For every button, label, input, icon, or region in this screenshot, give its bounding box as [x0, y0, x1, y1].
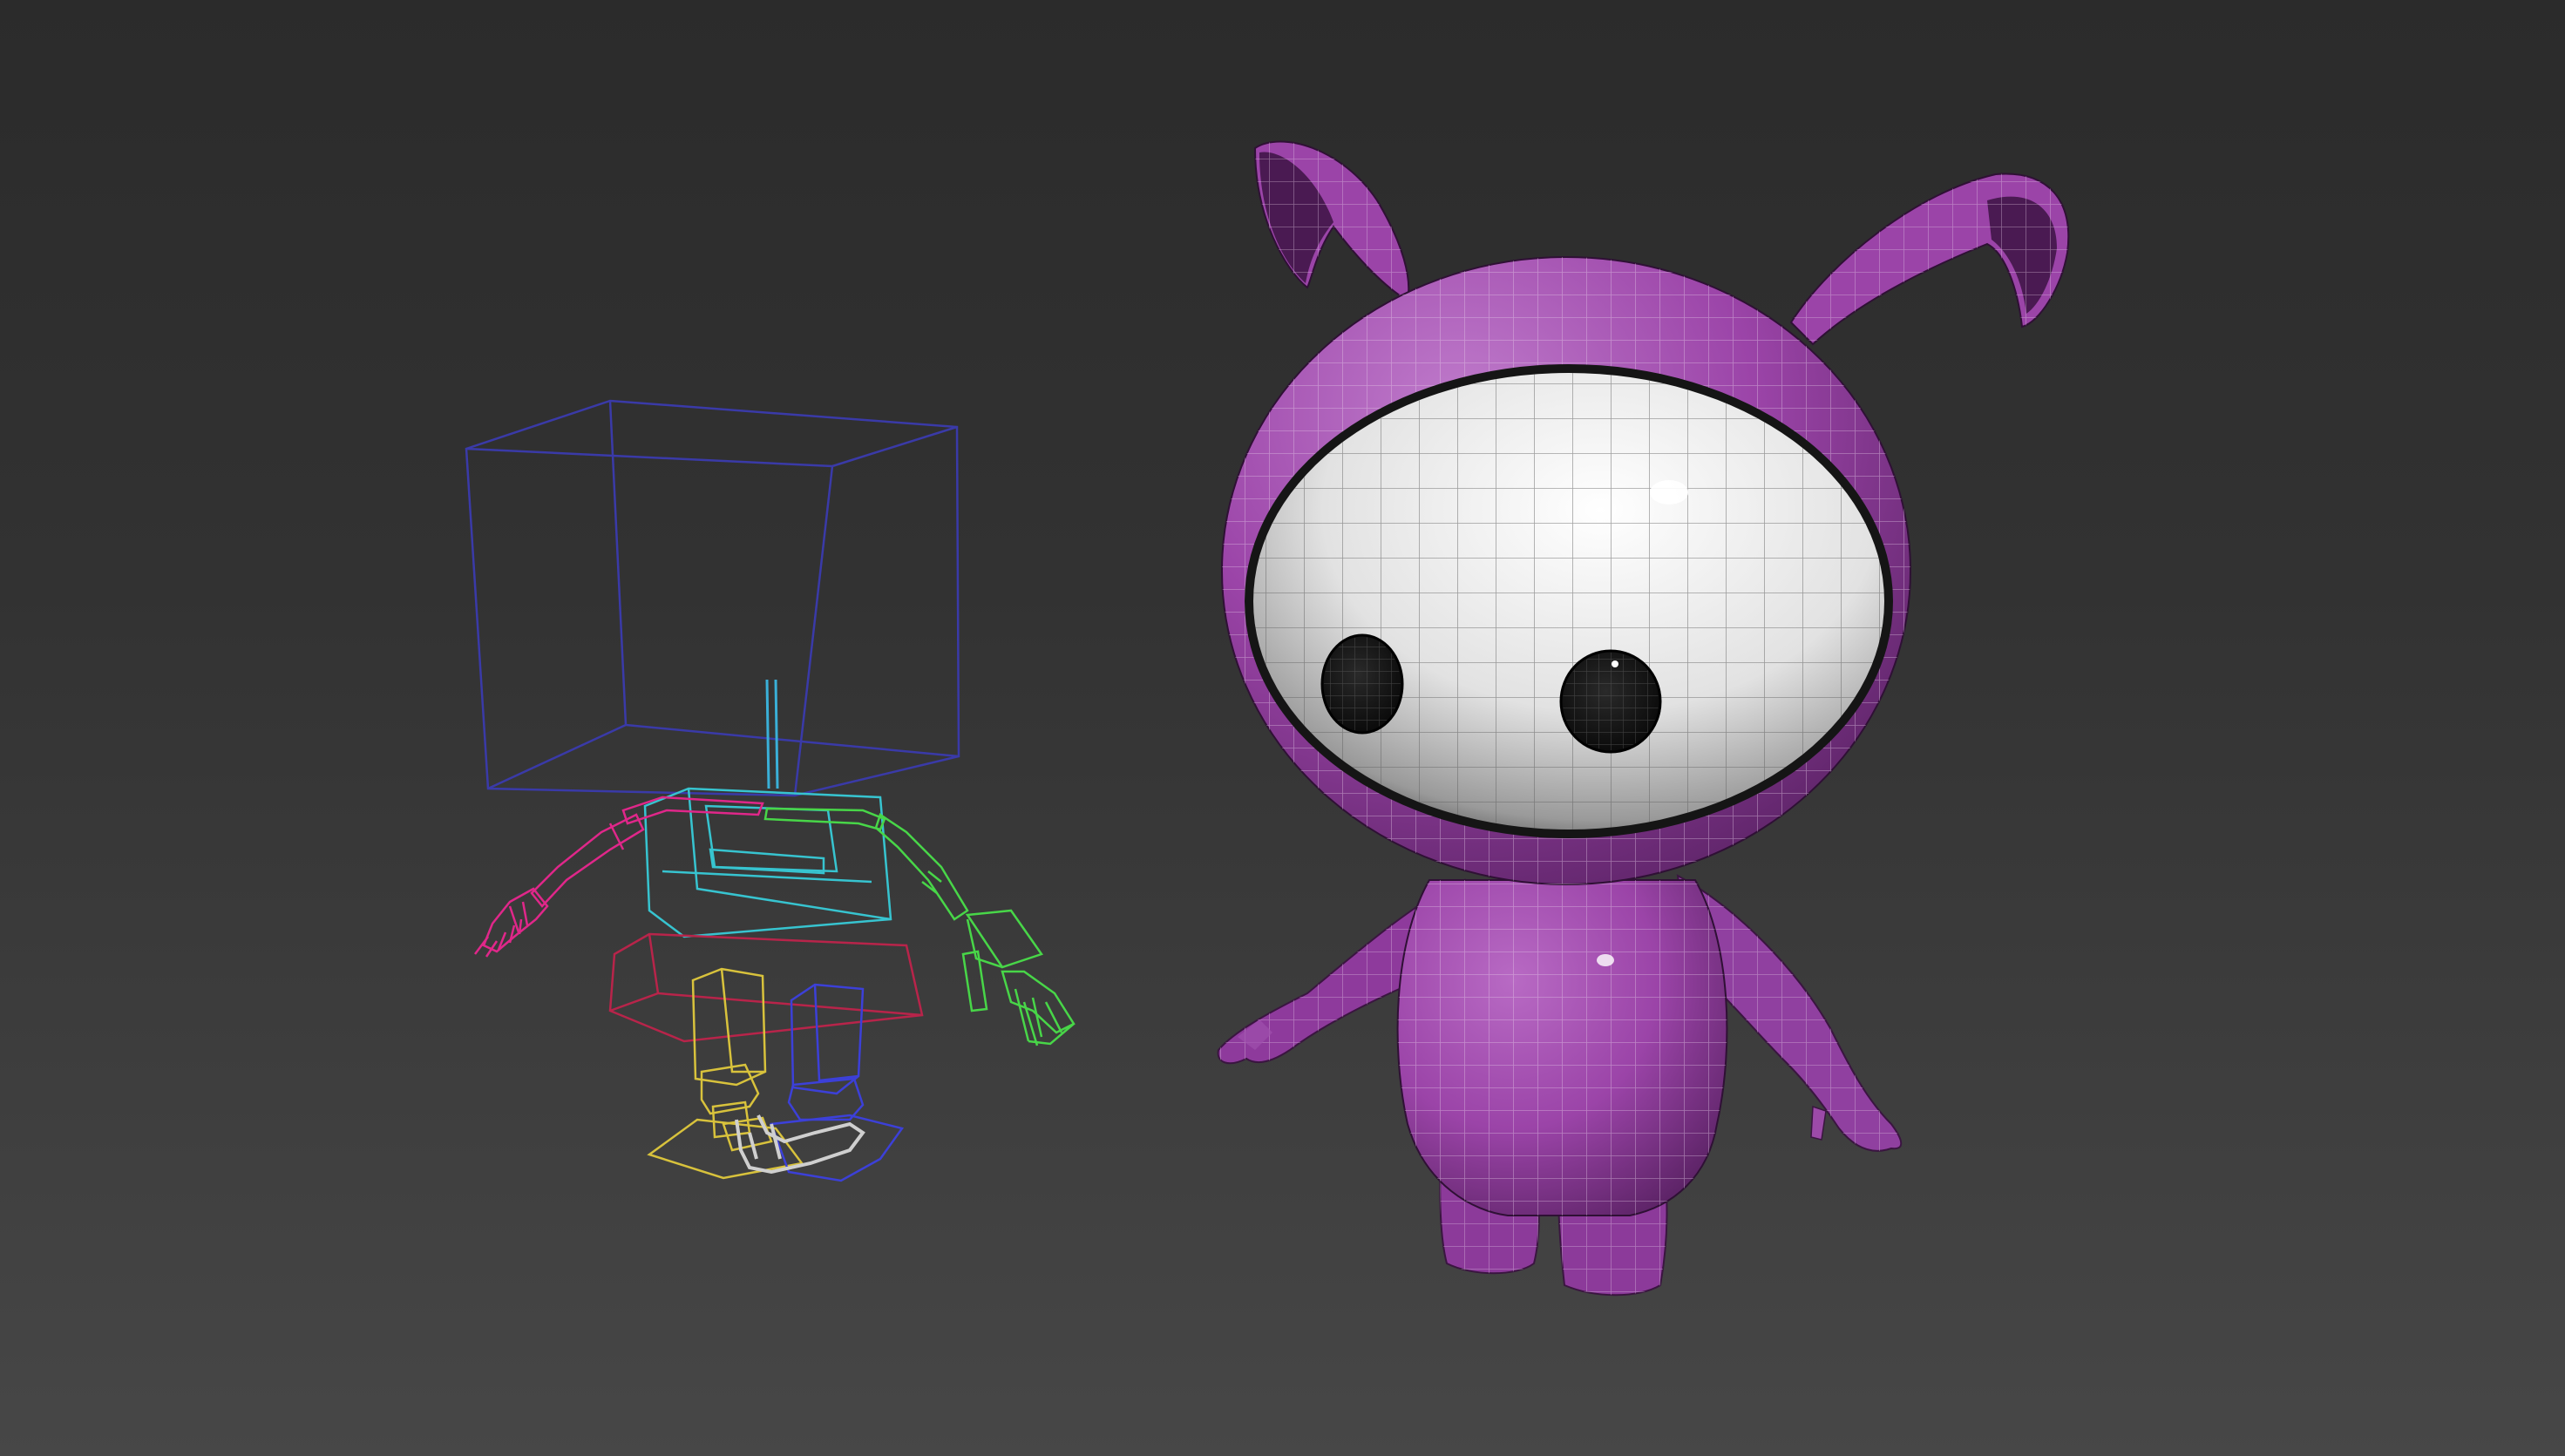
rig-head-box[interactable] [465, 399, 960, 797]
character-left-eye[interactable] [1320, 633, 1404, 735]
character-right-eye[interactable] [1559, 649, 1662, 754]
3d-viewport[interactable] [0, 0, 2565, 1456]
viewport-canvas[interactable] [0, 0, 2565, 1456]
rig-pelvis[interactable] [608, 932, 924, 1043]
rig-right-leg[interactable] [770, 983, 905, 1182]
character-right-ear[interactable] [1778, 157, 2083, 349]
character-rig[interactable] [465, 399, 1076, 1182]
purple-character-model[interactable] [1217, 122, 2083, 1297]
rig-right-arm[interactable] [763, 807, 1076, 1046]
character-left-ear[interactable] [1246, 122, 1421, 314]
rig-spine[interactable] [765, 679, 779, 789]
character-face[interactable] [1245, 364, 1893, 838]
character-body[interactable] [1386, 863, 1734, 1229]
